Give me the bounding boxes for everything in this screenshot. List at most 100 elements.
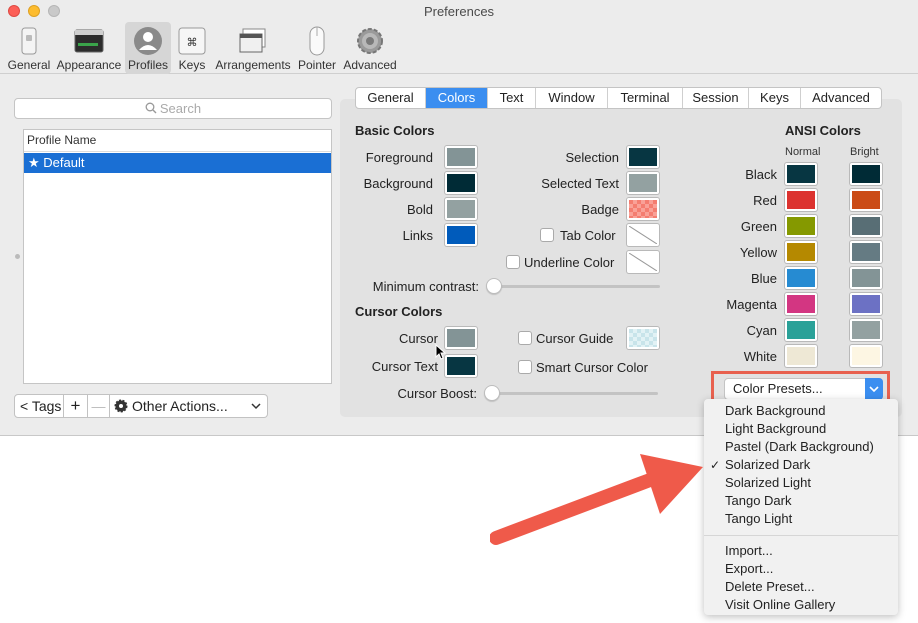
arrangements-icon (239, 28, 266, 53)
ansi-magenta-label: Magenta (726, 297, 777, 312)
splitter-handle[interactable] (15, 254, 20, 259)
ansi-blue-normal-well[interactable] (785, 267, 817, 289)
cursor-boost-label: Cursor Boost: (397, 386, 477, 401)
tab-advanced[interactable]: Advanced (801, 88, 881, 108)
ansi-yellow-bright-well[interactable] (850, 241, 882, 263)
ansi-yellow-normal-well[interactable] (785, 241, 817, 263)
background-color-well[interactable] (445, 172, 477, 194)
svg-text:⌘: ⌘ (187, 36, 198, 49)
toolbar-advanced[interactable]: Advanced (342, 22, 398, 74)
cursor-color-well[interactable] (445, 327, 477, 349)
preset-item[interactable]: Solarized Light (704, 474, 898, 492)
remove-profile-button[interactable]: — (88, 394, 110, 418)
add-profile-button[interactable]: + (64, 394, 88, 418)
cursor-boost-knob[interactable] (484, 385, 500, 401)
badge-label: Badge (581, 202, 619, 217)
ansi-cyan-normal-well[interactable] (785, 319, 817, 341)
ansi-white-normal-well[interactable] (785, 345, 817, 367)
ansi-black-normal-well[interactable] (785, 163, 817, 185)
ansi-white-bright-well[interactable] (850, 345, 882, 367)
tab-color-checkbox[interactable] (540, 228, 554, 242)
ansi-red-normal-well[interactable] (785, 189, 817, 211)
ansi-green-bright-well[interactable] (850, 215, 882, 237)
ansi-magenta-bright-well[interactable] (850, 293, 882, 315)
foreground-color-well[interactable] (445, 146, 477, 168)
ansi-red-bright-well[interactable] (850, 189, 882, 211)
cursor-guide-label: Cursor Guide (536, 331, 614, 346)
tab-terminal[interactable]: Terminal (608, 88, 683, 108)
preset-action-item[interactable]: Export... (704, 560, 898, 578)
window-title: Preferences (423, 4, 495, 19)
cursor-boost-slider[interactable] (485, 392, 658, 395)
menu-separator (704, 535, 898, 536)
selection-color-well[interactable] (627, 146, 659, 168)
switch-icon (21, 27, 37, 55)
links-color-well[interactable] (445, 224, 477, 246)
gear-icon (357, 28, 383, 54)
underline-color-checkbox[interactable] (506, 255, 520, 269)
smart-cursor-color-checkbox[interactable] (518, 360, 532, 374)
toolbar-profiles[interactable]: Profiles (125, 22, 171, 74)
color-presets-label: Color Presets... (733, 381, 823, 396)
tab-keys[interactable]: Keys (749, 88, 801, 108)
underline-color-well[interactable] (627, 251, 659, 273)
badge-color-well[interactable] (627, 198, 659, 220)
preset-item[interactable]: Dark Background (704, 402, 898, 420)
ansi-magenta-normal-well[interactable] (785, 293, 817, 315)
tab-text[interactable]: Text (488, 88, 536, 108)
search-placeholder: Search (159, 101, 202, 116)
preset-item[interactable]: Light Background (704, 420, 898, 438)
preset-item[interactable]: Tango Light (704, 510, 898, 528)
ansi-blue-bright-well[interactable] (850, 267, 882, 289)
user-icon (134, 27, 162, 55)
ansi-blue-label: Blue (750, 271, 777, 286)
ansi-green-normal-well[interactable] (785, 215, 817, 237)
selected-text-color-well[interactable] (627, 172, 659, 194)
cursor-text-color-well[interactable] (445, 355, 477, 377)
preset-item[interactable]: Tango Dark (704, 492, 898, 510)
ansi-cyan-bright-well[interactable] (850, 319, 882, 341)
annotation-arrow (490, 454, 703, 545)
tab-window[interactable]: Window (536, 88, 608, 108)
ansi-black-bright-well[interactable] (850, 163, 882, 185)
toolbar-appearance[interactable]: Appearance (56, 22, 122, 74)
bold-color-well[interactable] (445, 198, 477, 220)
tab-color-well[interactable] (627, 224, 659, 246)
gear-icon (114, 399, 128, 413)
preset-item-label: Light Background (725, 421, 827, 436)
ansi-white-label: White (743, 349, 777, 364)
toolbar-arrangements[interactable]: Arrangements (214, 22, 292, 74)
preset-action-item[interactable]: Import... (704, 542, 898, 560)
tags-button[interactable]: < Tags (14, 394, 64, 418)
ansi-green-label: Green (740, 219, 777, 234)
profile-list: Profile Name ★ Default (23, 129, 332, 384)
selection-label: Selection (565, 150, 619, 165)
background-label: Background (363, 176, 433, 191)
preset-item[interactable]: Pastel (Dark Background) (704, 438, 898, 456)
other-actions-button[interactable]: Other Actions... (110, 394, 268, 418)
toolbar-general[interactable]: General (6, 22, 52, 74)
profile-row-default[interactable]: ★ Default (24, 153, 331, 173)
cursor-guide-color-well[interactable] (627, 327, 659, 349)
toolbar-keys[interactable]: ⌘ Keys (174, 22, 210, 74)
ansi-yellow-label: Yellow (739, 245, 777, 260)
minimum-contrast-slider[interactable] (487, 285, 660, 288)
profile-name-column-header[interactable]: Profile Name (24, 130, 331, 152)
preset-action-item[interactable]: Visit Online Gallery (704, 596, 898, 614)
preset-action-item[interactable]: Delete Preset... (704, 578, 898, 596)
color-presets-popup[interactable]: Color Presets... (724, 378, 883, 400)
cursor-colors-heading: Cursor Colors (355, 304, 443, 319)
toolbar-pointer[interactable]: Pointer (296, 22, 338, 74)
ansi-red-label: Red (753, 193, 777, 208)
minimum-contrast-knob[interactable] (486, 278, 502, 294)
profile-search-field[interactable]: Search (14, 98, 332, 119)
chevron-down-icon (869, 386, 879, 393)
tab-colors[interactable]: Colors (426, 88, 488, 108)
preset-item[interactable]: ✓ Solarized Dark (704, 456, 898, 474)
profile-actions-bar: < Tags + — Other Actions... (14, 394, 268, 418)
tab-session[interactable]: Session (683, 88, 749, 108)
title-bar: Preferences (0, 0, 918, 22)
cursor-guide-checkbox[interactable] (518, 331, 532, 345)
toolbar: General Appearance Profiles ⌘ Keys Arran… (0, 22, 918, 74)
tab-general[interactable]: General (356, 88, 426, 108)
